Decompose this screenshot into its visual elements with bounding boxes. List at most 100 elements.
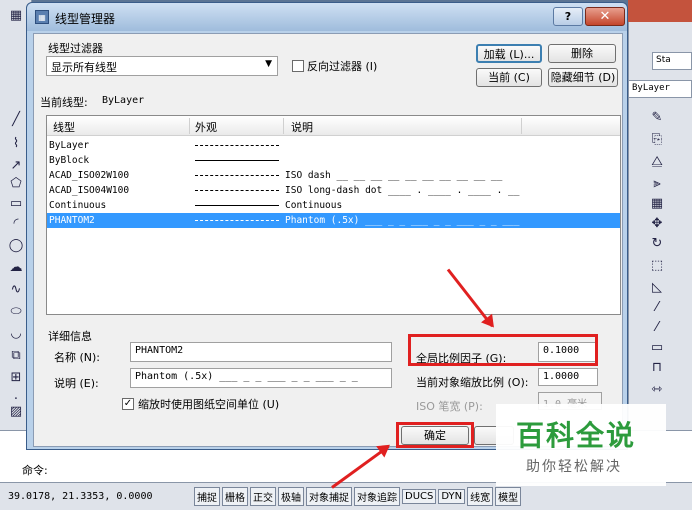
current-linetype-label: 当前线型: <box>40 96 88 109</box>
linetype-description: ISO dash __ __ __ __ __ __ __ __ __ __ <box>285 170 503 181</box>
linetype-description: Phantom (.5x) ___ _ _ ___ _ _ ___ _ _ __… <box>285 215 520 226</box>
xline-tool-icon[interactable]: ↗ <box>8 158 24 174</box>
object-scale-field[interactable]: 1.0000 <box>538 368 598 386</box>
details-group-label: 详细信息 <box>48 330 92 343</box>
linetype-name: ACAD_ISO04W100 <box>49 185 130 196</box>
linetype-preview <box>195 145 279 146</box>
linetype-combo[interactable]: ByLayer <box>628 80 692 98</box>
status-ducs-button[interactable]: DUCS <box>402 489 437 504</box>
description-field[interactable]: Phantom (.5x) ___ _ _ ___ _ _ ___ _ _ <box>130 368 392 388</box>
list-item-selected[interactable]: PHANTOM2 Phantom (.5x) ___ _ _ ___ _ _ _… <box>47 213 620 228</box>
column-header-description[interactable]: 说明 <box>291 119 313 135</box>
hatch-tool-icon[interactable]: ▨ <box>8 404 24 420</box>
linetype-name: ByLayer <box>49 140 90 151</box>
trim-tool-icon[interactable]: ⁄ <box>649 300 665 316</box>
extend-tool-icon[interactable]: ⁄ <box>649 320 665 336</box>
move-tool-icon[interactable]: ✥ <box>649 216 665 232</box>
chamfer-tool-icon[interactable]: ⇿ <box>649 382 665 398</box>
list-item[interactable]: ACAD_ISO04W100 ISO long-dash dot ____ . … <box>47 183 620 198</box>
paper-space-units-checkbox[interactable]: ✓ <box>122 398 134 410</box>
join-tool-icon[interactable]: ⊓ <box>649 360 665 376</box>
linetype-preview <box>195 160 279 161</box>
ok-button-highlight <box>396 422 474 448</box>
delete-button[interactable]: 删除 <box>548 44 616 63</box>
name-label: 名称 (N): <box>54 351 101 364</box>
object-scale-label: 当前对象缩放比例 (O): <box>416 376 529 389</box>
array-tool-icon[interactable]: ▦ <box>649 196 665 212</box>
linetype-preview <box>195 175 279 176</box>
app-icon: ▦ <box>9 8 23 23</box>
rotate-tool-icon[interactable]: ↻ <box>649 236 665 252</box>
watermark: 百科全说 助你轻松解决 <box>496 404 666 486</box>
list-item[interactable]: ByBlock <box>47 153 620 168</box>
spline-tool-icon[interactable]: ∿ <box>8 282 24 298</box>
linetype-name: Continuous <box>49 200 107 211</box>
name-field[interactable]: PHANTOM2 <box>130 342 392 362</box>
linetype-manager-dialog: ▦ 线型管理器 ? ✕ 线型过滤器 显示所有线型 ▼ 反向过滤器 (I) 加载 … <box>26 2 628 450</box>
filter-group-label: 线型过滤器 <box>48 42 103 55</box>
linetype-name: PHANTOM2 <box>49 215 95 226</box>
dialog-content: 线型过滤器 显示所有线型 ▼ 反向过滤器 (I) 加载 (L)... 删除 当前… <box>33 33 623 448</box>
invert-filter-checkbox[interactable] <box>292 60 304 72</box>
list-item[interactable]: ByLayer <box>47 138 620 153</box>
ellipse-tool-icon[interactable]: ⬭ <box>8 304 24 320</box>
list-item[interactable]: ACAD_ISO02W100 ISO dash __ __ __ __ __ _… <box>47 168 620 183</box>
dialog-title: 线型管理器 <box>55 12 116 26</box>
current-button[interactable]: 当前 (C) <box>476 68 542 87</box>
column-divider[interactable] <box>283 118 284 134</box>
style-combo[interactable]: Sta <box>652 52 692 70</box>
status-lwt-button[interactable]: 线宽 <box>467 487 494 506</box>
rectangle-tool-icon[interactable]: ▭ <box>8 196 24 212</box>
status-grid-button[interactable]: 栅格 <box>222 487 248 506</box>
linetype-preview <box>195 220 279 221</box>
coordinates-readout: 39.0178, 21.3353, 0.0000 <box>8 491 153 502</box>
cad-title-close[interactable] <box>628 0 692 22</box>
polyline-tool-icon[interactable]: ⌇ <box>8 136 24 152</box>
linetype-preview <box>195 205 279 206</box>
invert-filter-label: 反向过滤器 (I) <box>307 60 378 73</box>
load-button[interactable]: 加载 (L)... <box>476 44 542 63</box>
global-scale-highlight <box>408 334 598 366</box>
column-divider[interactable] <box>521 118 522 134</box>
status-bar: 39.0178, 21.3353, 0.0000 捕捉 栅格 正交 极轴 对象捕… <box>0 482 692 510</box>
make-block-tool-icon[interactable]: ⊞ <box>8 370 24 386</box>
pen-width-label: ISO 笔宽 (P): <box>416 400 483 413</box>
erase-tool-icon[interactable]: ✎ <box>649 110 665 126</box>
dialog-app-icon: ▦ <box>35 10 49 24</box>
insert-block-tool-icon[interactable]: ⧉ <box>8 348 24 364</box>
stretch-tool-icon[interactable]: ◺ <box>649 280 665 296</box>
status-dyn-button[interactable]: DYN <box>438 489 466 504</box>
status-osnap-button[interactable]: 对象捕捉 <box>306 487 352 506</box>
hide-details-button[interactable]: 隐藏细节 (D) <box>548 68 618 87</box>
status-ortho-button[interactable]: 正交 <box>250 487 276 506</box>
status-model-button[interactable]: 模型 <box>495 487 522 506</box>
line-tool-icon[interactable]: ╱ <box>8 112 24 128</box>
mirror-tool-icon[interactable]: ⧋ <box>649 154 665 170</box>
status-otrack-button[interactable]: 对象追踪 <box>354 487 400 506</box>
list-header: 线型 外观 说明 <box>47 116 620 136</box>
status-snap-button[interactable]: 捕捉 <box>194 487 220 506</box>
linetype-description: Continuous <box>285 200 343 211</box>
linetype-name: ACAD_ISO02W100 <box>49 170 130 181</box>
polygon-tool-icon[interactable]: ⬠ <box>8 176 24 192</box>
filter-select-value: 显示所有线型 <box>51 61 117 74</box>
dialog-titlebar[interactable]: ▦ 线型管理器 ? ✕ <box>27 3 627 31</box>
filter-select[interactable]: 显示所有线型 ▼ <box>46 56 278 76</box>
arc-tool-icon[interactable]: ◜ <box>8 216 24 232</box>
status-polar-button[interactable]: 极轴 <box>278 487 304 506</box>
close-button[interactable]: ✕ <box>585 7 625 26</box>
ellipse-arc-tool-icon[interactable]: ◡ <box>8 326 24 342</box>
linetype-list[interactable]: 线型 外观 说明 ByLayer ByBlock ACAD_ISO02W100 <box>46 115 621 315</box>
help-button[interactable]: ? <box>553 7 583 26</box>
column-header-linetype[interactable]: 线型 <box>53 119 75 135</box>
circle-tool-icon[interactable]: ◯ <box>8 238 24 254</box>
copy-tool-icon[interactable]: ⎘ <box>649 132 665 148</box>
list-item[interactable]: Continuous Continuous <box>47 198 620 213</box>
command-label: 命令: <box>22 464 48 477</box>
offset-tool-icon[interactable]: ⫸ <box>649 176 665 192</box>
revcloud-tool-icon[interactable]: ☁ <box>8 260 24 276</box>
break-tool-icon[interactable]: ▭ <box>649 340 665 356</box>
column-divider[interactable] <box>189 118 190 134</box>
scale-tool-icon[interactable]: ⬚ <box>649 258 665 274</box>
column-header-appearance[interactable]: 外观 <box>195 119 217 135</box>
